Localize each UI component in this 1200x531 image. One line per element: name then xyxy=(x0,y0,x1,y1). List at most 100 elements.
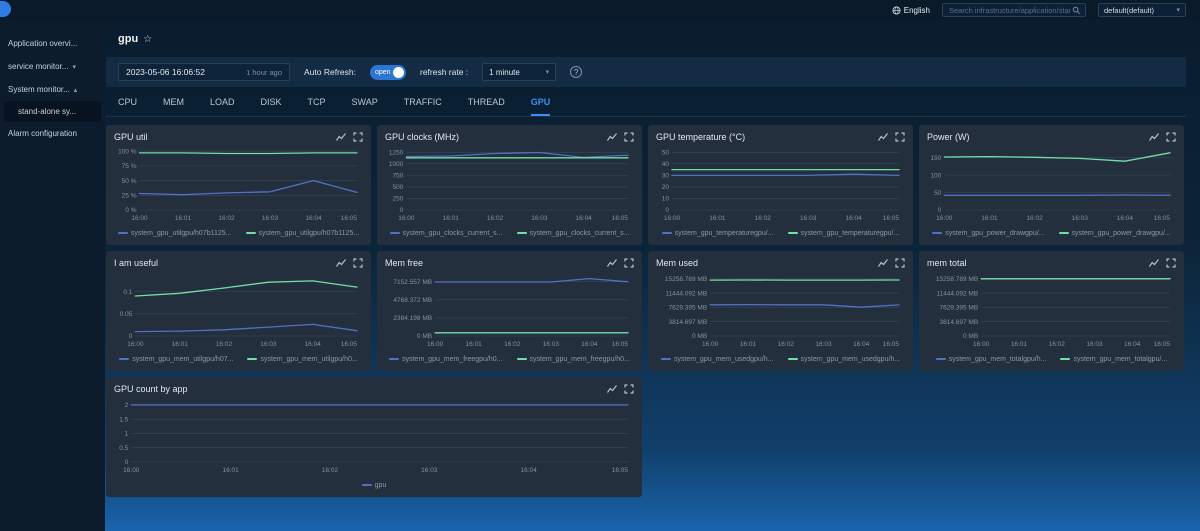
chart-panel: Mem used 0 MB 3814.697 MB 7629.395 MB 11444.… xyxy=(648,251,913,371)
svg-text:16:02: 16:02 xyxy=(755,215,772,222)
svg-text:16:04: 16:04 xyxy=(305,341,322,348)
fullscreen-icon[interactable] xyxy=(624,384,634,394)
sidebar-item[interactable]: stand-alone sy... xyxy=(4,101,101,122)
fullscreen-icon[interactable] xyxy=(1166,258,1176,268)
chart-panel: GPU temperature (°C) 0 10 20 30 40 50 16:00 16:0… xyxy=(648,125,913,245)
fullscreen-icon[interactable] xyxy=(353,132,363,142)
svg-text:16:00: 16:00 xyxy=(398,215,415,222)
svg-text:16:03: 16:03 xyxy=(543,341,560,348)
legend-item[interactable]: system_gpu_temperaturegpu/... xyxy=(661,230,774,237)
legend-item[interactable]: system_gpu_mem_totalgpu/... xyxy=(1060,356,1167,363)
profile-select[interactable]: default(default) ▾ xyxy=(1098,3,1186,17)
tab-tcp[interactable]: TCP xyxy=(308,97,326,116)
legend-label: system_gpu_mem_freegpu/h0... xyxy=(529,355,630,363)
help-icon[interactable]: ? xyxy=(570,66,583,78)
chart-plot: 0 0.5 1 1.5 2 16:00 16:01 16:02 16:03 16:04 16:05 xyxy=(119,402,629,474)
svg-text:0: 0 xyxy=(665,207,669,214)
chart-panel-actions xyxy=(878,258,905,268)
legend-item[interactable]: system_gpu_mem_utilgpu/h07... xyxy=(119,356,233,363)
legend-item[interactable]: system_gpu_power_drawgpu/... xyxy=(1058,230,1171,237)
auto-refresh-toggle[interactable]: open xyxy=(369,64,406,80)
sidebar-item[interactable]: service monitor... ▾ xyxy=(0,55,105,78)
tab-mem[interactable]: MEM xyxy=(163,97,184,116)
sidebar-item-label: System monitor... xyxy=(8,85,70,94)
chart-legend: system_gpu_utilgpu/h07b1125... system_gpu… xyxy=(114,227,363,239)
chart-type-icon[interactable] xyxy=(1149,132,1159,142)
language-switcher[interactable]: English xyxy=(892,6,930,15)
legend-item[interactable]: gpu xyxy=(361,482,386,489)
legend-marker xyxy=(119,358,130,360)
chart-panel-actions xyxy=(336,258,363,268)
chart-type-icon[interactable] xyxy=(1149,258,1159,268)
svg-text:16:02: 16:02 xyxy=(778,341,795,348)
sidebar-item[interactable]: Alarm configuration xyxy=(0,122,105,145)
svg-text:750: 750 xyxy=(393,173,404,180)
chart-panel: GPU util 0 % 25 % 50 % 75 % 100 % 16:00 16:01 16… xyxy=(106,125,371,245)
tab-swap[interactable]: SWAP xyxy=(352,97,378,116)
legend-item[interactable]: system_gpu_mem_usedgpu/h... xyxy=(660,356,774,363)
chart-type-icon[interactable] xyxy=(336,258,346,268)
tab-load[interactable]: LOAD xyxy=(210,97,235,116)
svg-text:16:02: 16:02 xyxy=(1049,341,1066,348)
tab-thread[interactable]: THREAD xyxy=(468,97,505,116)
chart-plot: 0 % 25 % 50 % 75 % 100 % 16:00 16:01 16:02 16:03… xyxy=(118,148,358,222)
tab-cpu[interactable]: CPU xyxy=(118,97,137,116)
logo[interactable] xyxy=(0,1,11,17)
favorite-star-icon[interactable]: ☆ xyxy=(143,34,152,45)
svg-text:16:00: 16:00 xyxy=(131,215,148,222)
legend-item[interactable]: system_gpu_temperaturegpu/... xyxy=(787,230,899,237)
svg-text:16:02: 16:02 xyxy=(487,215,504,222)
fullscreen-icon[interactable] xyxy=(624,132,634,142)
chart-title: GPU util xyxy=(114,132,148,142)
svg-text:16:04: 16:04 xyxy=(1117,215,1134,222)
legend-item[interactable]: system_gpu_utilgpu/h07b1125... xyxy=(117,230,232,237)
chart-plot: 0 MB 3814.697 MB 7629.395 MB 11444.092 MB 15… xyxy=(936,276,1171,348)
chart-type-icon[interactable] xyxy=(878,258,888,268)
legend-marker xyxy=(661,232,672,234)
refresh-rate-select[interactable]: 1 minute ▾ xyxy=(482,63,557,81)
chart-type-icon[interactable] xyxy=(607,384,617,394)
chart-panel: GPU clocks (MHz) 0 250 500 750 1000 1250 16:00 1… xyxy=(377,125,642,245)
tab-gpu[interactable]: GPU xyxy=(530,97,551,116)
svg-text:16:04: 16:04 xyxy=(845,215,862,222)
fullscreen-icon[interactable] xyxy=(1166,132,1176,142)
sidebar-item[interactable]: System monitor... ▴ xyxy=(0,78,105,101)
legend-item[interactable]: system_gpu_power_drawgpu/... xyxy=(932,230,1045,237)
legend-item[interactable]: system_gpu_mem_utilgpu/h0... xyxy=(247,356,358,363)
globe-icon xyxy=(892,5,901,15)
svg-text:16:02: 16:02 xyxy=(1026,215,1043,222)
chart-type-icon[interactable] xyxy=(336,132,346,142)
svg-text:50 %: 50 % xyxy=(122,178,137,185)
chart-panel-actions xyxy=(1149,132,1176,142)
tab-traffic[interactable]: TRAFFIC xyxy=(404,97,442,116)
svg-text:16:05: 16:05 xyxy=(883,341,900,348)
legend-item[interactable]: system_gpu_clocks_current_s... xyxy=(516,230,630,237)
chart-title: GPU temperature (°C) xyxy=(656,132,746,142)
search-input[interactable] xyxy=(947,4,1072,16)
chart-type-icon[interactable] xyxy=(607,258,617,268)
legend-item[interactable]: system_gpu_mem_freegpu/h0... xyxy=(389,356,503,363)
chart-title: I am useful xyxy=(114,258,159,268)
fullscreen-icon[interactable] xyxy=(353,258,363,268)
legend-marker xyxy=(516,358,527,360)
tab-disk[interactable]: DISK xyxy=(261,97,282,116)
fullscreen-icon[interactable] xyxy=(624,258,634,268)
fullscreen-icon[interactable] xyxy=(895,258,905,268)
legend-marker xyxy=(516,232,527,234)
sidebar-item[interactable]: Application overvi... xyxy=(0,32,105,55)
legend-item[interactable]: system_gpu_mem_usedgpu/h... xyxy=(787,356,900,363)
legend-item[interactable]: system_gpu_utilgpu/h07b1125... xyxy=(245,230,359,237)
datetime-picker[interactable]: 2023-05-06 16:06:52 1 hour ago xyxy=(118,63,290,81)
legend-item[interactable]: system_gpu_mem_freegpu/h0... xyxy=(516,355,630,363)
fullscreen-icon[interactable] xyxy=(895,132,905,142)
legend-marker xyxy=(787,232,798,234)
chart-type-icon[interactable] xyxy=(878,132,888,142)
chart-type-icon[interactable] xyxy=(607,132,617,142)
chart-title: GPU count by app xyxy=(114,384,188,394)
chart-panel-header: Mem free xyxy=(385,256,634,270)
legend-item[interactable]: system_gpu_clocks_current_s... xyxy=(389,230,503,237)
svg-text:16:05: 16:05 xyxy=(341,215,358,222)
legend-item[interactable]: system_gpu_mem_totalgpu/h... xyxy=(935,356,1046,363)
search-box[interactable] xyxy=(942,3,1086,17)
search-icon[interactable] xyxy=(1072,6,1081,15)
